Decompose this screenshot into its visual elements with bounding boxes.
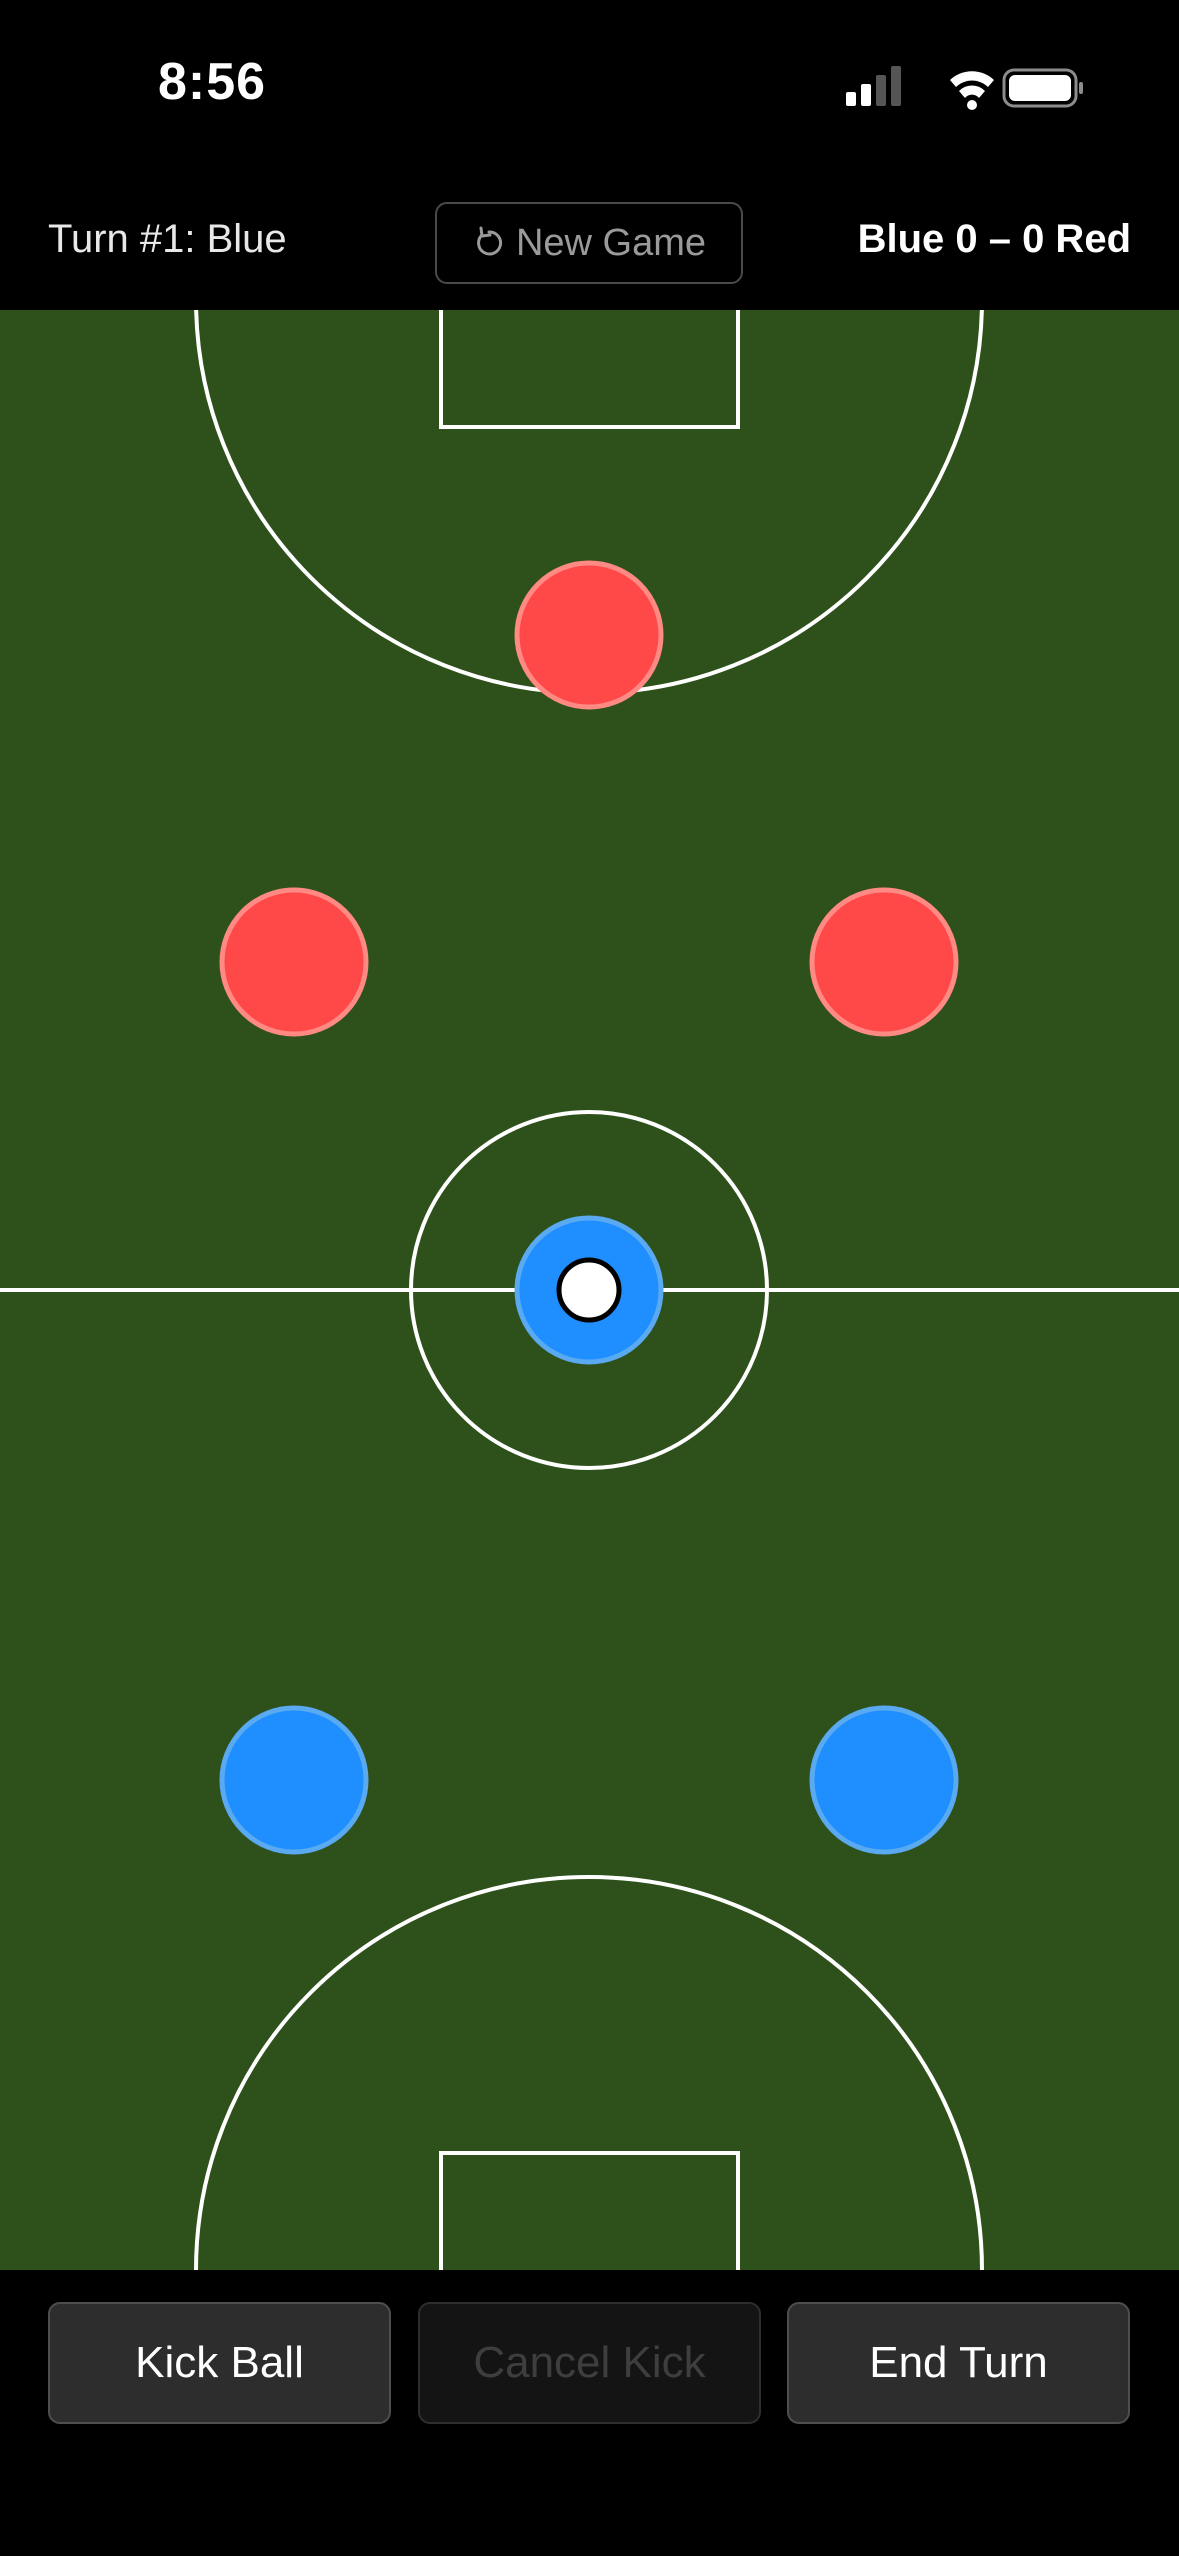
red-player[interactable] xyxy=(514,560,664,710)
bottom-penalty-arc xyxy=(194,1875,984,2270)
top-goal-box xyxy=(439,310,740,429)
status-icons xyxy=(846,66,1083,110)
end-turn-button[interactable]: End Turn xyxy=(787,2302,1130,2424)
battery-icon xyxy=(1002,68,1083,108)
blue-player[interactable] xyxy=(219,1705,369,1855)
cancel-kick-button[interactable]: Cancel Kick xyxy=(418,2302,761,2424)
turn-indicator: Turn #1: Blue xyxy=(48,217,287,261)
status-time: 8:56 xyxy=(158,53,267,111)
pitch[interactable] xyxy=(0,310,1179,2270)
red-team xyxy=(219,560,959,1037)
ball[interactable] xyxy=(556,1257,622,1323)
blue-player[interactable] xyxy=(809,1705,959,1855)
kick-ball-button[interactable]: Kick Ball xyxy=(48,2302,391,2424)
new-game-label: New Game xyxy=(515,221,707,264)
wifi-icon xyxy=(950,71,994,110)
new-game-button[interactable]: New Game xyxy=(435,202,743,284)
bottom-goal-box xyxy=(439,2151,740,2270)
red-player[interactable] xyxy=(809,887,959,1037)
action-bar: Kick Ball Cancel Kick End Turn xyxy=(0,2270,1179,2556)
cellular-signal-icon xyxy=(846,66,901,106)
status-bar: 8:56 xyxy=(0,0,1179,175)
game-header: Turn #1: Blue New Game Blue 0 – 0 Red xyxy=(0,175,1179,310)
scoreboard: Blue 0 – 0 Red xyxy=(857,217,1131,261)
restart-icon xyxy=(477,226,503,256)
pitch-field xyxy=(0,310,1179,2270)
red-player[interactable] xyxy=(219,887,369,1037)
